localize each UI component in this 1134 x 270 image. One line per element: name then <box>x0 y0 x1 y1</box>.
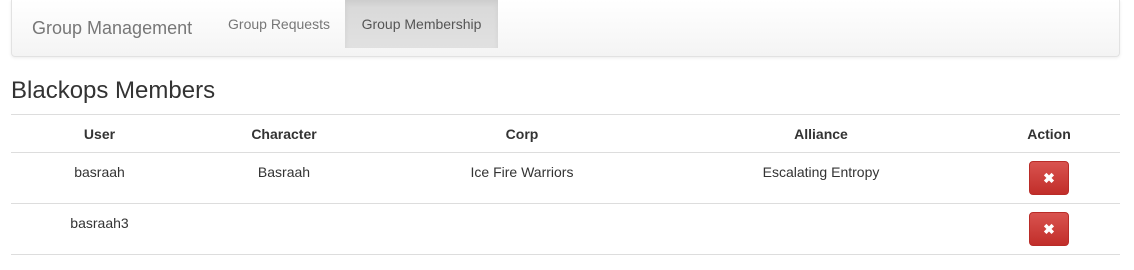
cell-alliance: Escalating Entropy <box>762 164 880 180</box>
page-title: Blackops Members <box>11 77 216 104</box>
cell-user: basraah3 <box>70 215 129 231</box>
cell-alliance <box>664 204 978 215</box>
cell-corp <box>380 204 664 215</box>
tab-group-requests[interactable]: Group Requests <box>212 0 346 48</box>
header-action: Action <box>978 114 1120 153</box>
header-character: Character <box>188 114 380 153</box>
members-table: User Character Corp Alliance Action basr… <box>11 114 1120 255</box>
tab-group-membership[interactable]: Group Membership <box>345 0 498 48</box>
cell-corp: Ice Fire Warriors <box>470 164 574 180</box>
remove-member-button[interactable]: ✖ <box>1029 212 1069 246</box>
header-alliance: Alliance <box>664 114 978 153</box>
close-icon: ✖ <box>1043 170 1055 186</box>
table-header-row: User Character Corp Alliance Action <box>11 114 1120 153</box>
table-row: basraah Basraah Ice Fire Warriors Escala… <box>11 152 1120 204</box>
header-user: User <box>11 114 188 153</box>
remove-member-button[interactable]: ✖ <box>1029 161 1069 195</box>
cell-character <box>188 204 380 215</box>
navbar-brand[interactable]: Group Management <box>32 18 192 39</box>
close-icon: ✖ <box>1043 221 1055 237</box>
table-row: basraah3 ✖ <box>11 203 1120 255</box>
cell-character: Basraah <box>257 164 311 180</box>
cell-user: basraah <box>74 164 125 180</box>
navbar: Group Management Group Requests Group Me… <box>11 0 1120 57</box>
header-corp: Corp <box>380 114 664 153</box>
